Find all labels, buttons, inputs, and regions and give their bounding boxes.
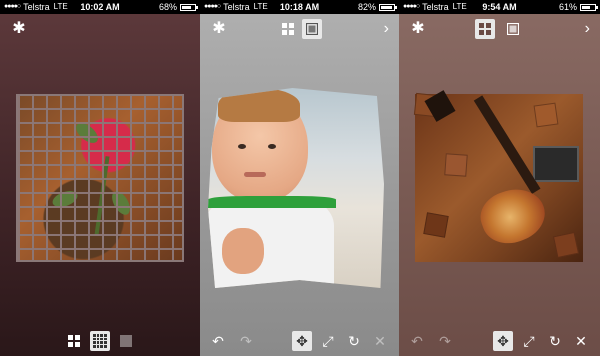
battery-icon (180, 3, 198, 11)
battery-icon (580, 3, 598, 11)
gear-icon[interactable]: ✱ (409, 20, 427, 38)
grid-overlay (18, 96, 182, 260)
redo-button[interactable]: ↷ (435, 331, 455, 351)
resize-button[interactable]: ⤢ (519, 331, 539, 351)
clock: 10:02 AM (80, 2, 120, 12)
gear-icon[interactable]: ✱ (10, 20, 28, 38)
move-icon: ✥ (497, 332, 509, 349)
grid-4x4-icon (93, 334, 107, 348)
screen-grid-mode: ●●●●○ Telstra LTE 10:02 AM 68% ✱ (0, 0, 200, 356)
redo-button[interactable]: ↷ (236, 331, 256, 351)
resize-button[interactable]: ⤢ (318, 331, 338, 351)
move-button[interactable]: ✥ (493, 331, 513, 351)
baby-mouth (244, 172, 266, 177)
undo-icon: ↶ (212, 332, 224, 349)
resize-icon: ⤢ (322, 332, 334, 349)
square-icon (120, 335, 132, 347)
close-icon: ✕ (575, 332, 587, 349)
bottom-toolbar: ↶ ↷ ✥ ⤢ ↻ ✕ (200, 326, 399, 356)
redo-icon: ↷ (240, 332, 252, 349)
grid-2x2-icon (282, 23, 294, 35)
rotate-icon: ↻ (549, 332, 561, 349)
square-icon (507, 23, 519, 35)
bottom-toolbar (0, 326, 200, 356)
grid-2x2-icon (68, 335, 80, 347)
close-button[interactable]: ✕ (571, 331, 591, 351)
chevron-right-icon[interactable]: › (384, 20, 389, 38)
close-button[interactable]: ✕ (370, 331, 390, 351)
undo-button[interactable]: ↶ (407, 331, 427, 351)
screen-shatter-mode: ●●●●○ Telstra LTE 9:54 AM 61% ✱ › ↶ ↷ ✥ … (399, 0, 600, 356)
move-button[interactable]: ✥ (292, 331, 312, 351)
grid-2x2-icon (479, 23, 491, 35)
baby-hair (218, 88, 300, 122)
guitar-neck (473, 95, 541, 194)
bottom-toolbar: ↶ ↷ ✥ ⤢ ↻ ✕ (399, 326, 600, 356)
photo-rose-gridded[interactable] (16, 94, 184, 262)
chevron-right-icon[interactable]: › (585, 20, 590, 38)
guitar-body (474, 180, 552, 252)
top-toolbar: ✱ (0, 14, 200, 44)
amplifier (533, 146, 579, 182)
close-icon: ✕ (374, 332, 386, 349)
move-icon: ✥ (296, 332, 308, 349)
photo-tile (533, 102, 559, 128)
photo-tile (423, 212, 449, 238)
baby-eye (268, 144, 276, 149)
rotate-button[interactable]: ↻ (545, 331, 565, 351)
grid-mode-button[interactable] (475, 19, 495, 39)
undo-icon: ↶ (411, 332, 423, 349)
clock: 9:54 AM (482, 2, 517, 12)
grid-4x4-button[interactable] (90, 331, 110, 351)
rotate-icon: ↻ (348, 332, 360, 349)
photo-tile (444, 153, 468, 177)
photo-tile (552, 231, 580, 259)
baby-fist (222, 228, 264, 274)
baby-eye (238, 144, 246, 149)
rotate-button[interactable]: ↻ (344, 331, 364, 351)
battery-icon (379, 3, 397, 11)
single-mode-button[interactable] (503, 19, 523, 39)
undo-button[interactable]: ↶ (208, 331, 228, 351)
photo-guitar-shattered[interactable] (413, 90, 583, 262)
photo-baby-warped[interactable] (208, 88, 384, 288)
top-toolbar: ✱ › (399, 14, 600, 44)
shirt-collar (208, 196, 336, 208)
top-toolbar: ✱ › (200, 14, 399, 44)
square-button[interactable] (116, 331, 136, 351)
grid-2x2-button[interactable] (64, 331, 84, 351)
redo-icon: ↷ (439, 332, 451, 349)
square-icon (306, 23, 318, 35)
status-bar: ●●●●○ Telstra LTE 9:54 AM 61% (399, 0, 600, 14)
clock: 10:18 AM (279, 2, 320, 12)
screenshot-collage: ●●●●○ Telstra LTE 10:02 AM 68% ✱ ●●●●○ T… (0, 0, 600, 356)
status-bar: ●●●●○ Telstra LTE 10:02 AM 68% (0, 0, 200, 14)
resize-icon: ⤢ (523, 332, 535, 349)
screen-warp-mode: ●●●●○ Telstra LTE 10:18 AM 82% ✱ › ↶ ↷ ✥… (200, 0, 399, 356)
single-mode-button[interactable] (302, 19, 322, 39)
grid-mode-button[interactable] (278, 19, 298, 39)
gear-icon[interactable]: ✱ (210, 20, 228, 38)
status-bar: ●●●●○ Telstra LTE 10:18 AM 82% (200, 0, 399, 14)
